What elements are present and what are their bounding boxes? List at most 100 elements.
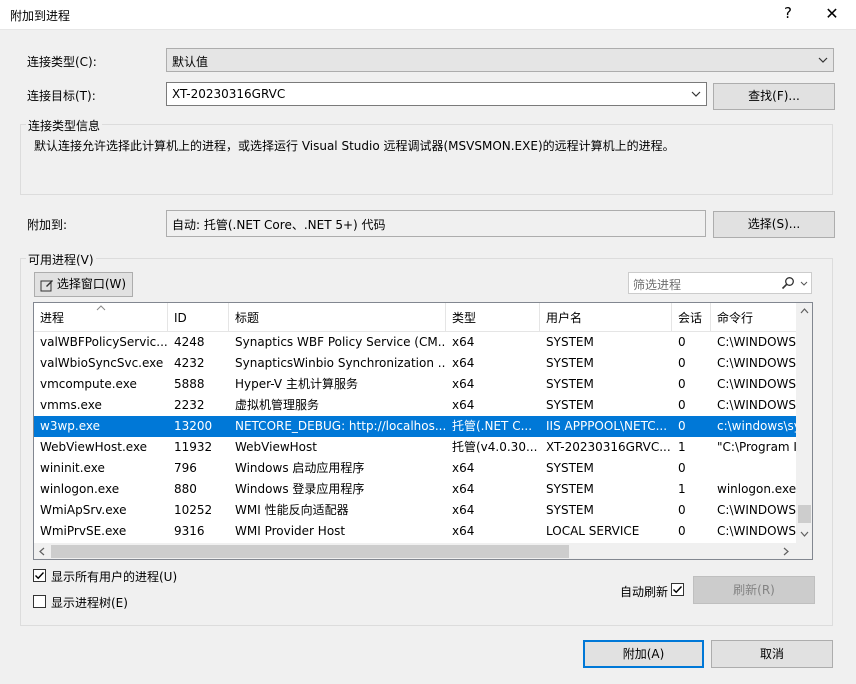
table-row[interactable]: wininit.exe 796 Windows 启动应用程序 x64 SYSTEM 0: [34, 458, 796, 479]
refresh-button[interactable]: 刷新(R): [693, 576, 815, 604]
title-bar: 附加到进程 ? ✕: [0, 0, 856, 30]
table-row[interactable]: WmiPrvSE.exe 9316 WMI Provider Host x64 LOCA…: [34, 521, 796, 542]
cell-username: SYSTEM: [546, 398, 594, 412]
checkmark-icon: [673, 586, 683, 594]
show-all-users-checkbox[interactable]: [33, 569, 46, 582]
close-icon[interactable]: ✕: [824, 4, 840, 23]
cell-type: x64: [452, 356, 475, 370]
cell-command-line: C:\WINDOWS: [717, 503, 796, 517]
cell-type: x64: [452, 398, 475, 412]
cell-username: XT-20230316GRVC...: [546, 440, 671, 454]
sort-ascending-icon: [96, 305, 106, 311]
cell-id: 4232: [174, 356, 205, 370]
filter-placeholder: 筛选进程: [633, 278, 682, 292]
process-table[interactable]: 进程 ID 标题 类型 用户名 会话 命令行 valWBFPolicyServi…: [33, 302, 813, 560]
vertical-scroll-thumb[interactable]: [798, 505, 811, 523]
column-header-command-line[interactable]: 命令行: [711, 303, 796, 332]
find-button[interactable]: 查找(F)...: [713, 83, 835, 110]
scroll-down-icon[interactable]: [800, 531, 809, 537]
table-row[interactable]: winlogon.exe 880 Windows 登录应用程序 x64 SYSTEM 1 w…: [34, 479, 796, 500]
connection-target-input[interactable]: XT-20230316GRVC: [166, 82, 707, 106]
attach-to-field: 自动: 托管(.NET Core、.NET 5+) 代码: [166, 210, 706, 237]
help-icon[interactable]: ?: [780, 4, 796, 22]
cell-command-line: "C:\Program I: [717, 440, 796, 454]
cell-command-line: [711, 458, 796, 479]
cell-process: WebViewHost.exe: [40, 440, 148, 454]
cell-session: 0: [678, 377, 686, 391]
vertical-scrollbar[interactable]: [796, 303, 812, 543]
cell-username: SYSTEM: [546, 356, 594, 370]
show-tree-checkbox[interactable]: [33, 595, 46, 608]
cell-session: 0: [678, 356, 686, 370]
column-header-session[interactable]: 会话: [672, 303, 711, 332]
scroll-left-icon[interactable]: [39, 547, 45, 556]
table-row[interactable]: valWBFPolicyServic... 4248 Synaptics WBF P…: [34, 332, 796, 353]
cell-id: 880: [174, 482, 197, 496]
select-window-label: 选择窗口(W): [56, 277, 127, 291]
cell-username: IIS APPPOOL\NETC...: [546, 419, 668, 433]
table-row[interactable]: w3wp.exe 13200 NETCORE_DEBUG: http://local…: [34, 416, 796, 437]
cell-session: 0: [678, 398, 686, 412]
cell-title: SynapticsWinbio Synchronization ...: [235, 356, 446, 370]
cell-session: 0: [678, 524, 686, 538]
horizontal-scrollbar[interactable]: [34, 543, 796, 559]
cell-type: x64: [452, 482, 475, 496]
cell-type: x64: [452, 335, 475, 349]
search-icon[interactable]: [781, 276, 795, 290]
cell-process: valWBFPolicyServic...: [40, 335, 168, 349]
available-processes-label: 可用进程(V): [26, 251, 96, 268]
cell-process: vmcompute.exe: [40, 377, 137, 391]
column-header-title[interactable]: 标题: [229, 303, 446, 332]
cell-process: WmiApSrv.exe: [40, 503, 127, 517]
chevron-down-icon[interactable]: [690, 87, 702, 101]
scroll-up-icon[interactable]: [800, 308, 809, 314]
table-row[interactable]: vmcompute.exe 5888 Hyper-V 主机计算服务 x64 SYSTEM…: [34, 374, 796, 395]
cell-title: Hyper-V 主机计算服务: [235, 377, 358, 391]
table-row[interactable]: WebViewHost.exe 11932 WebViewHost 托管(v4.0.3…: [34, 437, 796, 458]
cell-type: 托管(v4.0.30...: [452, 440, 538, 454]
cell-command-line: C:\WINDOWS: [717, 356, 796, 370]
filter-processes-input[interactable]: 筛选进程: [628, 272, 812, 294]
cancel-button[interactable]: 取消: [711, 640, 833, 668]
column-header-process[interactable]: 进程: [34, 303, 168, 332]
cell-process: w3wp.exe: [40, 419, 100, 433]
cell-title: WMI 性能反向适配器: [235, 503, 349, 517]
connection-info-group: [20, 124, 833, 195]
cell-process: WmiPrvSE.exe: [40, 524, 127, 538]
column-header-username[interactable]: 用户名: [540, 303, 672, 332]
cell-id: 4248: [174, 335, 205, 349]
cell-username: SYSTEM: [546, 335, 594, 349]
select-window-button[interactable]: 选择窗口(W): [34, 272, 133, 297]
cell-process: vmms.exe: [40, 398, 102, 412]
auto-refresh-checkbox[interactable]: [671, 583, 684, 596]
connection-target-value: XT-20230316GRVC: [172, 87, 286, 101]
horizontal-scroll-thumb[interactable]: [51, 545, 569, 558]
column-header-id[interactable]: ID: [168, 303, 229, 332]
dropdown-arrow-icon[interactable]: [800, 281, 808, 287]
cell-session: 0: [678, 503, 686, 517]
attach-button[interactable]: 附加(A): [583, 640, 704, 668]
table-row[interactable]: WmiApSrv.exe 10252 WMI 性能反向适配器 x64 SYSTEM 0 C:…: [34, 500, 796, 521]
connection-type-label: 连接类型(C):: [27, 55, 97, 69]
cell-type: x64: [452, 524, 475, 538]
cell-username: SYSTEM: [546, 503, 594, 517]
cell-id: 10252: [174, 503, 213, 517]
select-code-type-button[interactable]: 选择(S)...: [713, 211, 835, 238]
cell-title: Synaptics WBF Policy Service (CM...: [235, 335, 446, 349]
cell-command-line: C:\WINDOWS: [717, 377, 796, 391]
show-tree-label: 显示进程树(E): [51, 596, 128, 610]
table-row[interactable]: valWbioSyncSvc.exe 4232 SynapticsWinbio Sy…: [34, 353, 796, 374]
table-row[interactable]: vmms.exe 2232 虚拟机管理服务 x64 SYSTEM 0 C:\WINDOWS: [34, 395, 796, 416]
cell-id: 2232: [174, 398, 205, 412]
connection-type-select[interactable]: 默认值: [166, 48, 834, 72]
connection-target-label: 连接目标(T):: [27, 89, 96, 103]
cell-title: WebViewHost: [235, 440, 317, 454]
cell-id: 5888: [174, 377, 205, 391]
column-header-type[interactable]: 类型: [446, 303, 540, 332]
cell-session: 1: [678, 482, 686, 496]
cell-process: valWbioSyncSvc.exe: [40, 356, 164, 370]
cell-command-line: C:\WINDOWS: [717, 524, 796, 538]
cell-title: 虚拟机管理服务: [235, 398, 320, 412]
scroll-right-icon[interactable]: [783, 547, 789, 556]
cell-process: winlogon.exe: [40, 482, 120, 496]
